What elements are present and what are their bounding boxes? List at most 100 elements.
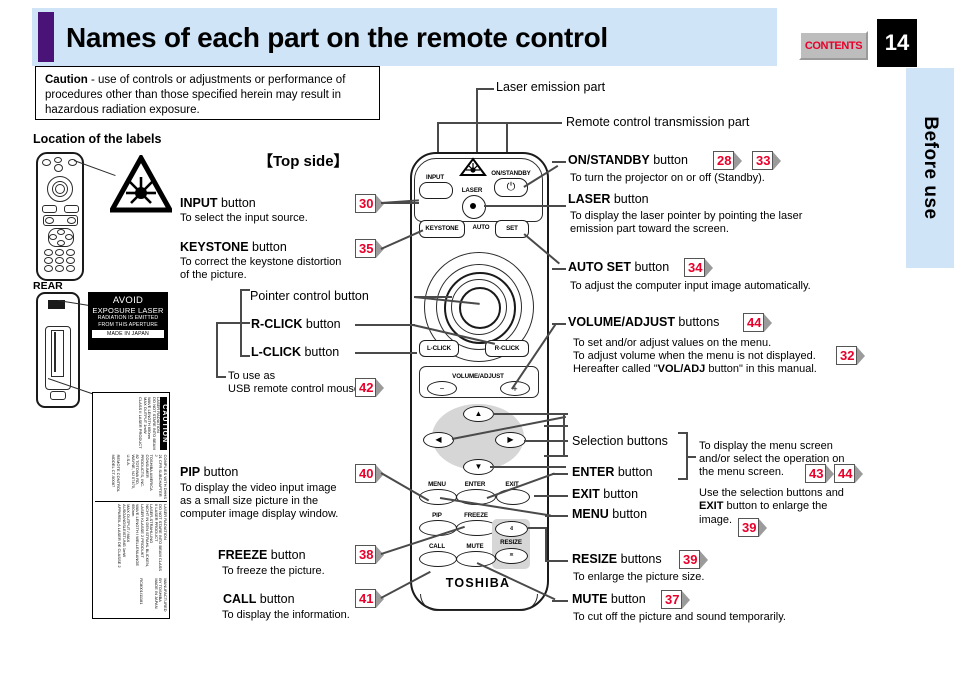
page-ref-44a[interactable]: 44 <box>743 313 773 332</box>
big-label-c4l4: NICHT IN DEN STRAHL BLICKEN, LASER KLASS… <box>140 504 150 567</box>
contents-button-label: CONTENTS <box>804 39 863 52</box>
callout-keystone-desc2: of the picture. <box>180 269 247 281</box>
remote-caution-spec-label: CAUTION LASER RADIATION DO NOT STARE INT… <box>92 392 170 619</box>
remote-button-laser[interactable] <box>462 195 486 219</box>
callout-resize-desc: To enlarge the picture size. <box>573 571 705 583</box>
caution-text: - use of controls or adjustments or perf… <box>45 74 346 116</box>
remote-button-on-standby[interactable]: ⏻ <box>494 178 528 197</box>
bracket-selection-v <box>563 413 566 455</box>
callout-enter-title: ENTER button <box>572 465 653 479</box>
remote-button-select-up[interactable]: ▲ <box>463 406 494 422</box>
page-ref-34[interactable]: 34 <box>684 258 714 277</box>
page-ref-43[interactable]: 43 <box>805 464 835 483</box>
rear-label: REAR <box>33 280 63 292</box>
remote-label-menu: MENU <box>428 481 446 488</box>
page-ref-44b[interactable]: 44 <box>834 464 864 483</box>
remote-label-enter: ENTER <box>464 481 486 488</box>
callout-usb-line2: USB remote control mouse. <box>228 383 364 395</box>
big-label-c1l5: CLASS II LASER PRODUCT <box>138 397 144 449</box>
remote-button-resize-up[interactable]: ⱏ <box>495 521 528 537</box>
callout-keystone-title: KEYSTONE button <box>180 240 287 254</box>
callout-mute-title: MUTE button <box>572 592 646 606</box>
big-label-c4l2: DO NOT STARE INTO BEAM CLASS II LASER PR… <box>153 504 164 571</box>
leader-resize-top <box>528 527 546 530</box>
leader-auto-set <box>552 268 566 271</box>
callout-laser-title: LASER button <box>568 192 649 206</box>
caution-lead: Caution <box>45 74 88 86</box>
page-ref-28[interactable]: 28 <box>713 151 743 170</box>
bracket-menu-desc-bottom <box>678 478 688 481</box>
big-label-c4l1: LASER RADIATION <box>163 504 168 540</box>
side-tab-before-use[interactable]: Before use <box>906 68 954 268</box>
arrow-right-icon: ▶ <box>507 435 514 444</box>
page-ref-37[interactable]: 37 <box>661 590 691 609</box>
big-label-c4l7: APPAREIL A LASER DE CLASSE 2 <box>117 504 123 568</box>
big-label-code: RC8001/11181 <box>139 578 145 605</box>
minus-icon: − <box>439 384 445 393</box>
bracket-usb-v <box>216 322 219 378</box>
arrow-left-icon: ◀ <box>435 435 442 444</box>
callout-keystone-desc1: To correct the keystone distortion <box>180 256 342 268</box>
remote-button-volume-minus[interactable]: − <box>427 381 457 396</box>
page-ref-39a[interactable]: 39 <box>738 518 768 537</box>
remote-label-set: SET <box>506 225 518 232</box>
remote-pointer-control-button[interactable] <box>459 287 501 329</box>
leader-transmission-bracket <box>437 122 507 125</box>
laser-warning-triangle-icon <box>110 155 172 213</box>
leader-laser-btn <box>484 205 566 208</box>
remote-label-auto: AUTO <box>472 224 490 231</box>
top-side-title: 【Top side】 <box>258 153 349 170</box>
remote-button-resize-down[interactable]: ⱎ <box>495 548 528 564</box>
callout-volume-desc1: To set and/or adjust values on the menu. <box>573 337 772 349</box>
callout-call-desc: To display the information. <box>222 609 350 621</box>
callout-laser-desc1: To display the laser pointer by pointing… <box>570 210 803 222</box>
bracket-menu-desc-top <box>678 432 688 435</box>
remote-label-on-standby: ON/STANDBY <box>491 170 531 177</box>
side-tab-label: Before use <box>920 116 941 220</box>
leader-sel-4 <box>544 455 568 458</box>
big-label-c4l6: MAX OUTPUT / MAX AUSGANGSLEISTUNG 1mW <box>121 504 132 558</box>
bracket-menu-desc-mid <box>686 456 696 459</box>
callout-mute-desc: To cut off the picture and sound tempora… <box>573 611 786 623</box>
mini-remote-front-illustration <box>36 152 84 281</box>
avoid-line-1: AVOID <box>112 295 144 306</box>
callout-menu-desc5: EXIT button to enlarge the <box>699 500 828 512</box>
callout-pointer-title: Pointer control button <box>250 289 369 303</box>
page-ref-42[interactable]: 42 <box>355 378 385 397</box>
chevron-up-icon: ⱏ <box>509 525 514 533</box>
remote-button-keystone[interactable]: KEYSTONE <box>419 220 465 238</box>
remote-button-l-click[interactable]: L-CLICK <box>419 340 459 357</box>
remote-label-l-click: L-CLICK <box>426 345 452 352</box>
callout-usb-line1: To use as <box>228 370 276 382</box>
remote-label-call: CALL <box>428 543 446 550</box>
callout-pip-desc1: To display the video input image <box>180 482 337 494</box>
callout-selection-buttons: Selection buttons <box>572 434 668 448</box>
page-ref-38[interactable]: 38 <box>355 545 385 564</box>
remote-button-mute[interactable] <box>456 551 496 567</box>
callout-on-standby-desc: To turn the projector on or off (Standby… <box>570 172 765 184</box>
bracket-usb-bottom <box>216 376 226 379</box>
page-ref-32[interactable]: 32 <box>836 346 866 365</box>
leader-on-standby <box>552 161 566 164</box>
callout-menu-desc6: image. <box>699 514 733 526</box>
remote-label-keystone: KEYSTONE <box>425 225 459 232</box>
remote-button-call[interactable] <box>419 551 457 567</box>
big-label-c2l3: 82 TOTOWA RD, WAYNE, NJ 07470, U.S.A. <box>126 454 141 490</box>
bracket-usb-top <box>216 322 240 325</box>
callout-transmission-part: Remote control transmission part <box>566 115 750 129</box>
page-ref-33[interactable]: 33 <box>752 151 782 170</box>
big-label-c2l1: COMPLIES WITH DHHS 21 CFR SUBCHAPTER J <box>153 454 168 499</box>
callout-menu-desc1: To display the menu screen <box>699 440 833 452</box>
page-ref-39b[interactable]: 39 <box>679 550 709 569</box>
contents-button[interactable]: CONTENTS <box>799 31 868 60</box>
remote-button-select-left[interactable]: ◀ <box>423 432 454 448</box>
page-number: 14 <box>884 30 910 55</box>
remote-button-input[interactable] <box>419 182 453 199</box>
leader-sel-down <box>490 466 566 469</box>
page-ref-41[interactable]: 41 <box>355 589 385 608</box>
remote-button-select-right[interactable]: ▶ <box>495 432 526 448</box>
callout-volume-desc3: Hereafter called "VOL/ADJ button" in thi… <box>573 363 817 375</box>
remote-label-resize: RESIZE <box>500 539 522 546</box>
remote-label-r-click: R-CLICK <box>494 345 520 352</box>
big-label-caution-bar: CAUTION <box>160 397 168 451</box>
